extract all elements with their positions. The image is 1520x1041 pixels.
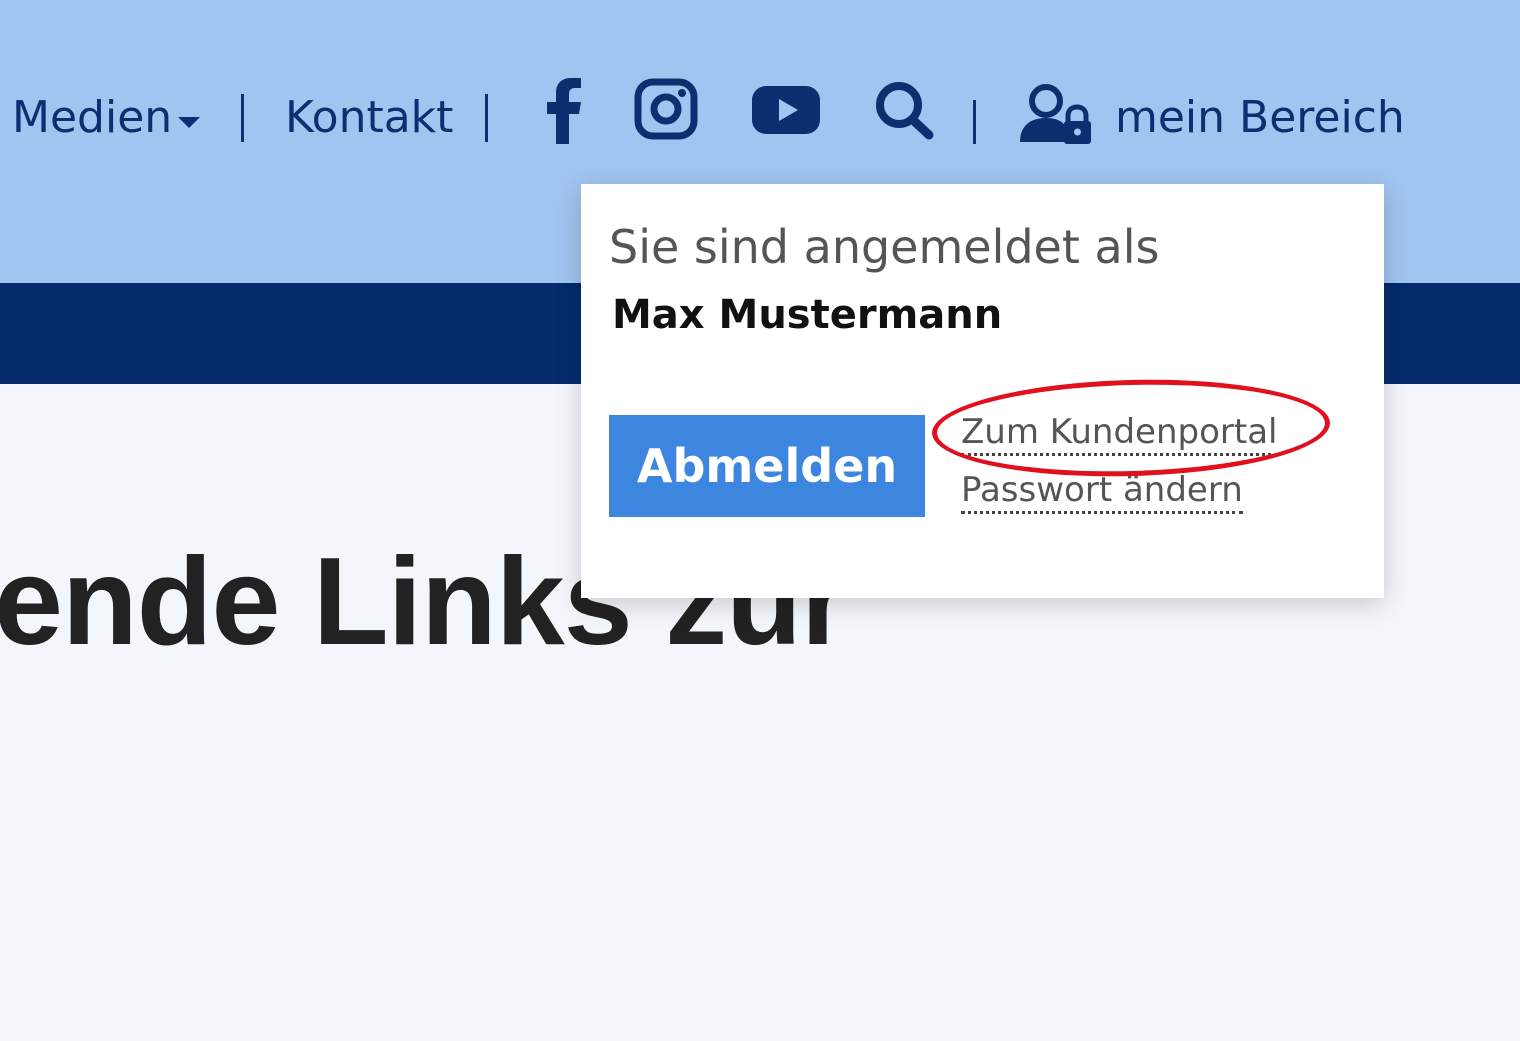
customer-portal-link[interactable]: Zum Kundenportal bbox=[961, 412, 1278, 456]
caret-down-icon bbox=[178, 116, 201, 128]
nav-separator bbox=[973, 100, 976, 144]
logout-button[interactable]: Abmelden bbox=[609, 415, 925, 517]
top-navigation: Medien Kontakt mein Bereich bbox=[0, 78, 1520, 162]
account-dropdown: Sie sind angemeldet als Max Mustermann A… bbox=[581, 184, 1384, 598]
username-label: Max Mustermann bbox=[612, 292, 1003, 338]
nav-separator bbox=[485, 94, 488, 142]
nav-separator bbox=[241, 94, 244, 142]
nav-item-medien[interactable]: Medien bbox=[12, 92, 201, 143]
instagram-icon[interactable] bbox=[634, 78, 698, 144]
nav-item-kontakt[interactable]: Kontakt bbox=[285, 92, 453, 143]
facebook-icon[interactable] bbox=[546, 78, 582, 148]
nav-item-medien-label: Medien bbox=[12, 92, 173, 143]
nav-item-mein-bereich[interactable]: mein Bereich bbox=[1115, 92, 1405, 143]
youtube-icon[interactable] bbox=[752, 86, 820, 138]
search-icon[interactable] bbox=[873, 80, 935, 144]
change-password-link[interactable]: Passwort ändern bbox=[961, 470, 1243, 514]
user-lock-icon[interactable] bbox=[1018, 82, 1092, 150]
login-status-text: Sie sind angemeldet als bbox=[609, 220, 1160, 274]
